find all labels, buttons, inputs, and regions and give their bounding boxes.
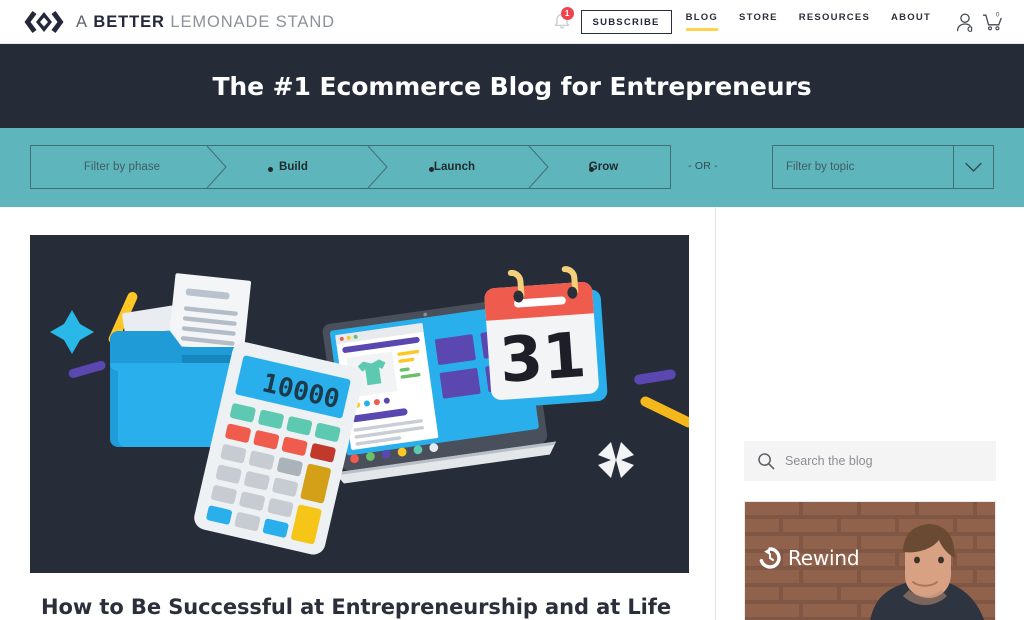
svg-text:0: 0 [995, 12, 999, 19]
search-input[interactable]: Search the blog [744, 441, 996, 481]
top-navigation-bar: A BETTER LEMONADE STAND 1 SUBSCRIBE BLOG… [0, 0, 1024, 44]
content-sidebar-divider [715, 207, 716, 620]
svg-text:31: 31 [497, 318, 588, 397]
notification-count-badge: 1 [560, 7, 574, 20]
sidebar-ad-rewind[interactable]: Rewind Get Peace of Mind.Backup Your Sto… [744, 501, 996, 620]
shopping-cart-icon: 0 [982, 12, 1002, 31]
chevron-diamond-logo-icon [24, 11, 64, 33]
account-button[interactable] [952, 9, 979, 36]
ad-person-photo [870, 524, 985, 620]
ad-image: Rewind [745, 502, 995, 620]
page-root: A BETTER LEMONADE STAND 1 SUBSCRIBE BLOG… [0, 0, 1024, 620]
search-icon [757, 452, 775, 470]
nav-item-blog[interactable]: BLOG [685, 13, 719, 32]
filter-bar: Filter by phase Build Launch Grow - OR -… [0, 128, 1024, 207]
phase-dot-build [268, 167, 273, 172]
or-separator-label: - OR - [688, 160, 718, 172]
logo-word-a: A [76, 12, 88, 31]
nav-item-store[interactable]: STORE [739, 13, 778, 32]
ad-brand-logo: Rewind [758, 546, 860, 570]
chevron-down-icon [965, 162, 982, 172]
site-logo[interactable]: A BETTER LEMONADE STAND [22, 9, 335, 35]
subscribe-button[interactable]: SUBSCRIBE [580, 9, 672, 35]
ad-brand-name: Rewind [788, 546, 860, 570]
nav-right-group: 1 SUBSCRIBE BLOG STORE RESOURCES ABOUT 0 [549, 0, 1006, 44]
logo-word-better: BETTER [93, 12, 165, 31]
topic-filter-label: Filter by topic [786, 161, 855, 173]
site-logo-text: A BETTER LEMONADE STAND [76, 13, 335, 32]
phase-filter-all[interactable]: Filter by phase [31, 146, 213, 188]
notifications-bell-button[interactable]: 1 [549, 7, 575, 35]
phase-filter-group: Filter by phase Build Launch Grow [30, 145, 671, 189]
post-illustration: 10000 31 [30, 235, 689, 573]
phase-label-placeholder: Filter by phase [83, 161, 161, 173]
search-placeholder: Search the blog [785, 454, 873, 468]
phase-label-build: Build [278, 161, 309, 173]
main-content: 10000 31 How to Be Successful at Entrepr… [0, 207, 1024, 620]
logo-word-rest: LEMONADE STAND [170, 12, 335, 31]
nav-item-about[interactable]: ABOUT [891, 13, 931, 32]
account-person-icon [956, 12, 973, 32]
phase-filter-build[interactable]: Build [213, 146, 374, 188]
phase-label-launch: Launch [433, 161, 476, 173]
page-title: The #1 Ecommerce Blog for Entrepreneurs [212, 71, 812, 101]
featured-post-image[interactable]: 10000 31 [30, 235, 689, 573]
page-banner: The #1 Ecommerce Blog for Entrepreneurs [0, 44, 1024, 128]
phase-filter-grow[interactable]: Grow [535, 146, 672, 188]
phase-dot-grow [589, 167, 594, 172]
phase-dot-launch [429, 167, 434, 172]
rewind-circular-arrow-icon [759, 547, 781, 569]
nav-item-resources[interactable]: RESOURCES [799, 13, 870, 32]
topic-filter-dropdown[interactable]: Filter by topic [772, 145, 994, 189]
cart-button[interactable]: 0 [979, 9, 1006, 36]
featured-post-title[interactable]: How to Be Successful at Entrepreneurship… [41, 595, 681, 619]
phase-filter-launch[interactable]: Launch [374, 146, 535, 188]
topic-filter-caret [953, 146, 993, 188]
